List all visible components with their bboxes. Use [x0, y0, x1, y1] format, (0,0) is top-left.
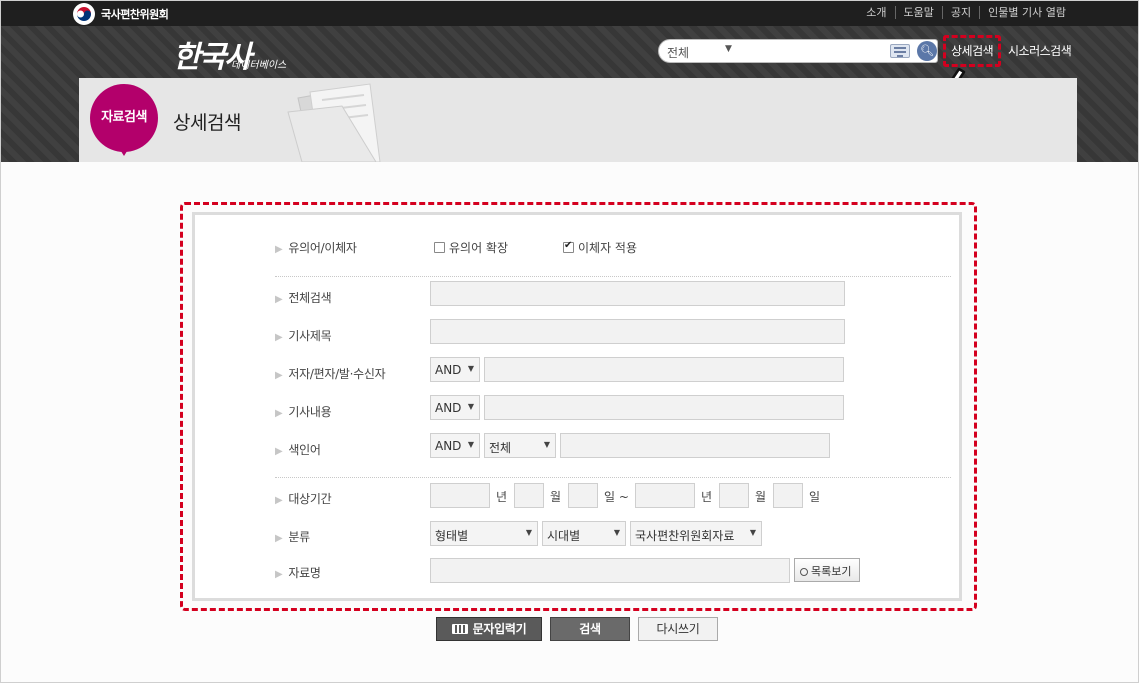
year-unit: 년: [496, 490, 508, 504]
collection-value: 국사편찬위원회자료: [635, 529, 735, 543]
article-title-input[interactable]: [430, 319, 845, 344]
page-banner: 자료검색 상세검색: [79, 78, 1077, 162]
util-link-person-articles[interactable]: 인물별 기사 열람: [979, 6, 1074, 19]
start-month-input[interactable]: [514, 483, 544, 508]
content-label: 기사내용: [275, 403, 331, 420]
character-input-button[interactable]: 문자입력기: [436, 617, 542, 641]
dropdown-arrow-icon: ▼: [467, 440, 474, 449]
dropdown-arrow-icon: ▼: [525, 528, 532, 537]
site-header: 한국사 데이터베이스 전체 ▼ 🔍︎ 상세검색 시소러스검색 자료검색 상세검색: [1, 26, 1138, 162]
material-name-label: 자료명: [275, 564, 321, 581]
badge-tail: [119, 148, 129, 156]
search-scope-select[interactable]: 전체: [667, 44, 689, 61]
advanced-search-link[interactable]: 상세검색: [951, 42, 994, 59]
month-unit: 월: [755, 490, 767, 504]
era-classification-select[interactable]: 시대별 ▼: [542, 521, 626, 546]
keyboard-icon: [451, 624, 468, 634]
index-term-label: 색인어: [275, 441, 321, 458]
author-input[interactable]: [484, 357, 844, 382]
type-classification-value: 형태별: [435, 529, 469, 543]
search-button[interactable]: 검색: [550, 617, 630, 641]
author-operator-value: AND: [435, 363, 462, 377]
content-operator-select[interactable]: AND ▼: [430, 395, 480, 420]
dropdown-arrow-icon: ▼: [543, 440, 550, 449]
magnifier-icon: [800, 568, 808, 576]
era-classification-value: 시대별: [547, 529, 581, 543]
author-label: 저자/편자/발·수신자: [275, 365, 385, 382]
reset-button[interactable]: 다시쓰기: [638, 617, 718, 641]
type-classification-select[interactable]: 형태별 ▼: [430, 521, 538, 546]
character-input-label: 문자입력기: [472, 622, 527, 636]
thesaurus-search-link[interactable]: 시소러스검색: [1008, 42, 1072, 59]
year-unit: 년: [701, 490, 713, 504]
chevron-down-icon: ▼: [725, 44, 732, 54]
collection-select[interactable]: 국사편찬위원회자료 ▼: [630, 521, 762, 546]
variant-apply-label: 이체자 적용: [578, 241, 638, 255]
content-operator-value: AND: [435, 401, 462, 415]
search-input[interactable]: 전체 ▼ 🔍︎: [658, 39, 938, 63]
full-search-label: 전체검색: [275, 289, 331, 306]
end-month-input[interactable]: [719, 483, 749, 508]
end-year-input[interactable]: [635, 483, 695, 508]
month-unit: 월: [550, 490, 562, 504]
synonym-expand-label: 유의어 확장: [449, 241, 509, 255]
advanced-search-form: 유의어/이체자 유의어 확장 이체자 적용 전체검색 기사제목 저자/편자/발·…: [192, 212, 962, 601]
start-day-input[interactable]: [568, 483, 598, 508]
dropdown-arrow-icon: ▼: [467, 364, 474, 373]
util-link-notice[interactable]: 공지: [941, 6, 979, 19]
day-unit-range: 일 ~: [604, 490, 629, 504]
day-unit: 일: [809, 490, 821, 504]
start-year-input[interactable]: [430, 483, 490, 508]
index-scope-select[interactable]: 전체 ▼: [484, 433, 556, 458]
top-utility-bar: 국사편찬위원회 소개 도움말 공지 인물별 기사 열람: [1, 1, 1138, 26]
index-term-input[interactable]: [560, 433, 830, 458]
dropdown-arrow-icon: ▼: [613, 528, 620, 537]
org-name[interactable]: 국사편찬위원회: [101, 6, 169, 22]
synonym-expand-checkbox[interactable]: [434, 242, 445, 253]
author-operator-select[interactable]: AND ▼: [430, 357, 480, 382]
utility-links: 소개 도움말 공지 인물별 기사 열람: [858, 6, 1074, 19]
index-operator-select[interactable]: AND ▼: [430, 433, 480, 458]
dropdown-arrow-icon: ▼: [467, 402, 474, 411]
page-title: 상세검색: [173, 112, 241, 134]
full-search-input[interactable]: [430, 281, 845, 306]
divider: [275, 276, 951, 277]
government-emblem-icon: [73, 3, 95, 25]
brand-subtitle: 데이터베이스: [231, 60, 287, 71]
variant-apply-checkbox[interactable]: [563, 240, 574, 253]
keyboard-icon[interactable]: [890, 44, 910, 58]
folder-illustration-icon: [287, 83, 381, 162]
dropdown-arrow-icon: ▼: [749, 528, 756, 537]
article-title-label: 기사제목: [275, 327, 331, 344]
util-link-about[interactable]: 소개: [858, 6, 894, 19]
index-scope-value: 전체: [489, 441, 512, 455]
classification-label: 분류: [275, 528, 310, 545]
period-label: 대상기간: [275, 490, 331, 507]
view-list-button[interactable]: 목록보기: [794, 558, 860, 582]
index-operator-value: AND: [435, 439, 462, 453]
section-badge: 자료검색: [90, 84, 158, 152]
end-day-input[interactable]: [773, 483, 803, 508]
view-list-label: 목록보기: [811, 565, 852, 578]
util-link-help[interactable]: 도움말: [894, 6, 942, 19]
site-logo[interactable]: 한국사 데이터베이스: [173, 32, 286, 76]
divider: [275, 477, 951, 478]
search-icon[interactable]: 🔍︎: [917, 41, 937, 61]
content-input[interactable]: [484, 395, 844, 420]
material-name-input[interactable]: [430, 558, 790, 583]
synonym-label: 유의어/이체자: [275, 239, 356, 256]
